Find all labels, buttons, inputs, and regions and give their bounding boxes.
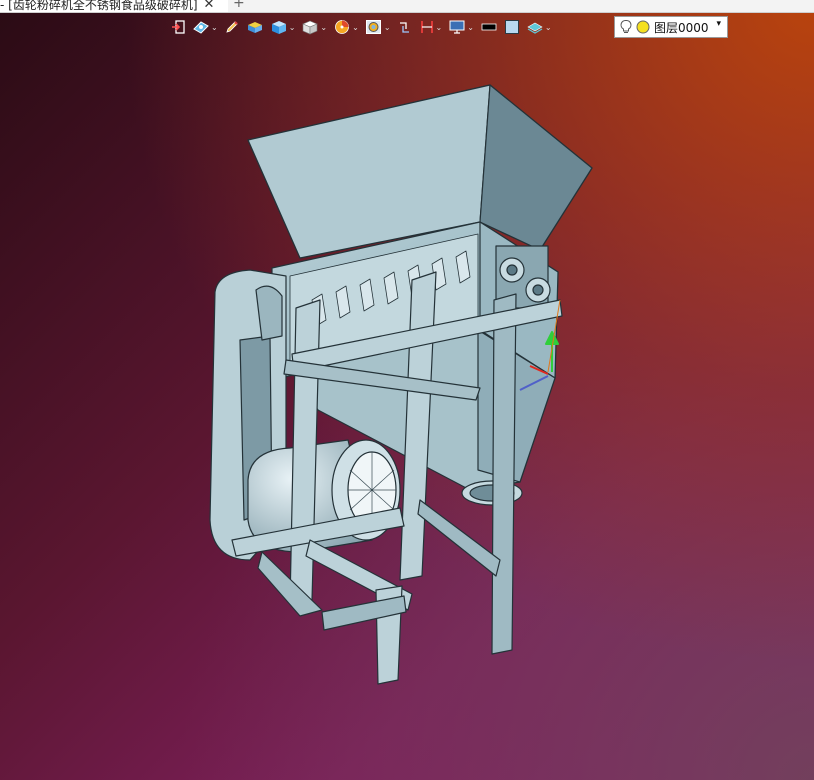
model-viewport[interactable]	[0, 0, 814, 780]
hopper	[247, 84, 593, 259]
crusher-model[interactable]	[209, 84, 593, 685]
